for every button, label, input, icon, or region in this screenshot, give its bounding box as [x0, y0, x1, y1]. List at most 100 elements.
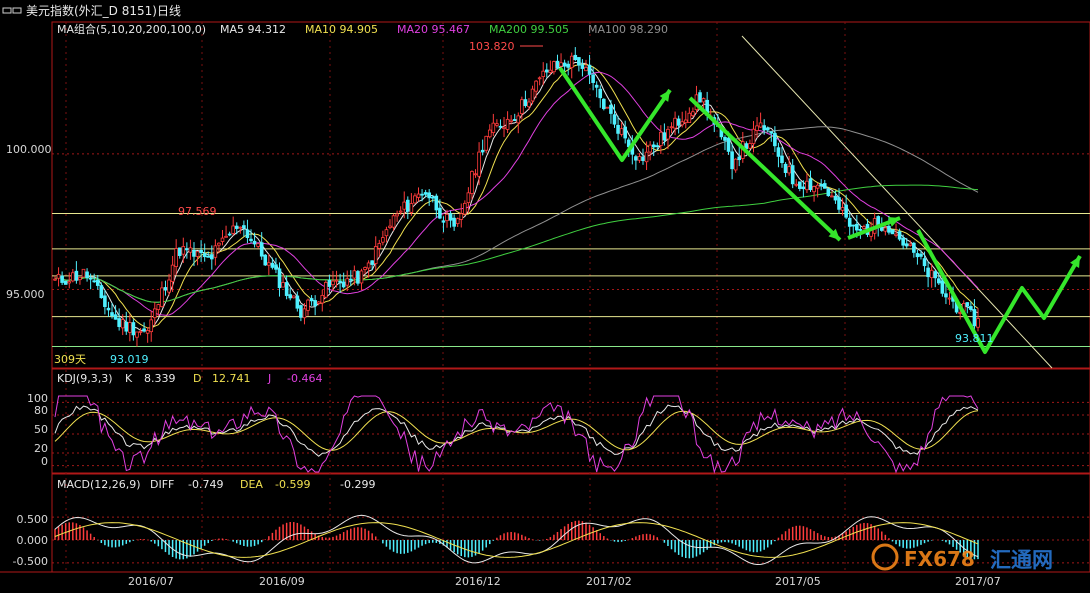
candle-body — [602, 98, 606, 110]
candle-body — [284, 282, 289, 296]
macd-tick-pos: 0.500 — [17, 513, 49, 526]
candle-body — [812, 186, 816, 193]
candle-body — [659, 131, 663, 146]
candle-body — [291, 295, 296, 299]
watermark-brand: FX678 — [904, 547, 975, 571]
candle-body — [398, 210, 403, 213]
candle-body — [402, 201, 407, 210]
candle-body — [245, 229, 250, 239]
candle-body — [765, 127, 770, 131]
candle-body — [388, 225, 392, 228]
candle-body — [527, 101, 531, 108]
candle-body — [737, 156, 742, 161]
candle-body — [794, 183, 799, 186]
candle-body — [259, 242, 264, 257]
candle-body — [438, 207, 442, 219]
candle-body — [587, 64, 592, 75]
candle-body — [662, 132, 667, 141]
candle-body — [455, 218, 460, 225]
candle-body — [580, 64, 585, 69]
macd-dea-value: -0.599 — [275, 478, 310, 491]
candle-body — [623, 126, 627, 139]
candle-body — [231, 225, 235, 234]
candle-body — [320, 294, 325, 304]
ma10-line — [54, 63, 979, 329]
candle-body — [569, 55, 574, 68]
candle-body — [359, 270, 364, 284]
candle-body — [242, 225, 246, 229]
candle-body — [783, 163, 788, 173]
ma-legend: MA组合(5,10,20,200,100,0) MA5 94.312 MA10 … — [57, 22, 668, 36]
watermark-cn: 汇通网 — [990, 548, 1053, 572]
candle-body — [334, 279, 339, 282]
candle-body — [609, 104, 613, 114]
candle-body — [459, 213, 464, 220]
candle-body — [85, 271, 89, 279]
macd-diff-value: -0.749 — [188, 478, 223, 491]
candle-body — [844, 204, 848, 218]
candle-body — [534, 80, 538, 92]
candle-body — [81, 268, 86, 278]
candle-body — [926, 267, 930, 278]
candle-body — [103, 295, 107, 307]
candle-body — [762, 125, 766, 131]
candle-body — [619, 128, 624, 135]
candle-body — [883, 227, 888, 232]
candle-body — [505, 118, 510, 130]
candle-body — [149, 319, 154, 333]
candle-body — [691, 111, 695, 116]
candle-body — [591, 74, 595, 83]
candle-body — [78, 276, 82, 281]
candle-body — [341, 281, 346, 288]
candle-body — [509, 119, 513, 122]
candle-body — [110, 312, 114, 317]
candle-body — [88, 277, 93, 280]
candle-body — [879, 227, 884, 231]
candle-body — [573, 54, 578, 60]
kdj-j-value: -0.464 — [287, 372, 322, 385]
candle-body — [862, 226, 866, 229]
candle-body — [698, 92, 702, 103]
candle-body — [616, 124, 620, 134]
candle-body — [60, 275, 64, 283]
last-label: 93.811 — [955, 332, 994, 345]
candle-body — [780, 155, 784, 164]
macd-tick-zero: 0.000 — [17, 534, 49, 547]
candle-body — [113, 314, 118, 320]
candle-body — [651, 144, 656, 148]
kdj-legend-label: KDJ(9,3,3) — [57, 372, 113, 385]
kdj-d-value: 12.741 — [212, 372, 251, 385]
date-tick-2017-05: 2017/05 — [775, 575, 821, 588]
candle-body — [976, 318, 980, 328]
candle-body — [480, 149, 485, 153]
candle-body — [562, 62, 567, 67]
candle-body — [594, 84, 599, 88]
candle-body — [324, 281, 328, 298]
candle-body — [894, 233, 898, 236]
candle-body — [185, 248, 189, 251]
candle-body — [922, 258, 927, 267]
candle-body — [181, 246, 186, 255]
candle-body — [683, 119, 688, 124]
kdj-tick-50: 50 — [34, 423, 48, 436]
candle-body — [142, 328, 146, 332]
candle-body — [897, 231, 902, 240]
candle-body — [384, 229, 389, 237]
kdj-legend: KDJ(9,3,3) K 8.339 D 12.741 J -0.464 — [57, 372, 322, 385]
candle-body — [441, 220, 446, 223]
candle-body — [427, 192, 431, 199]
kdj-d-label: D — [193, 372, 201, 385]
candle-body — [366, 262, 371, 269]
candle-body — [306, 299, 310, 311]
candle-body — [270, 262, 275, 268]
candle-body — [805, 180, 809, 191]
candle-body — [548, 69, 553, 73]
candle-body — [748, 143, 752, 149]
low-label: 93.019 — [110, 353, 149, 366]
title-bar: 美元指数(外汇_D 8151)日线 — [0, 0, 1090, 22]
high-label: 103.820 — [469, 40, 515, 53]
candle-body — [220, 237, 225, 242]
candle-body — [267, 262, 271, 266]
candle-body — [605, 106, 610, 109]
candle-body — [484, 135, 489, 151]
